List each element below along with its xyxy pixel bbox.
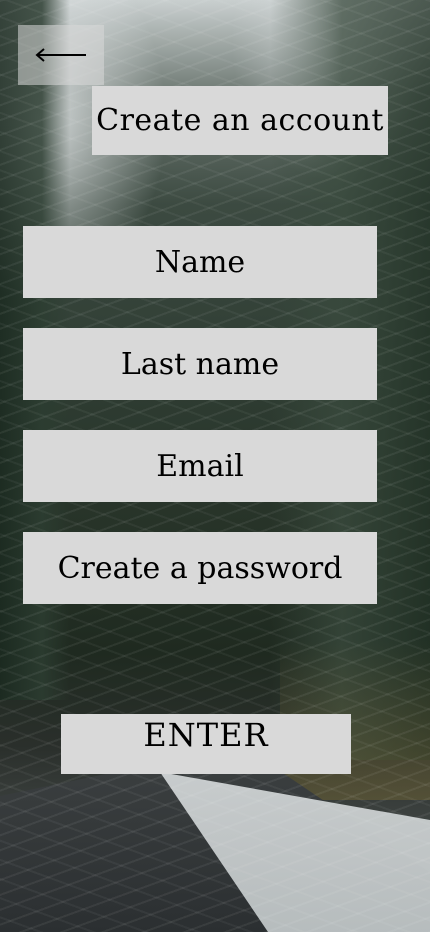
enter-button-label: ENTER <box>143 716 269 754</box>
page-title: Create an account <box>96 103 384 138</box>
last-name-field[interactable] <box>23 328 377 400</box>
back-button[interactable] <box>18 25 104 85</box>
password-field[interactable] <box>23 532 377 604</box>
email-field[interactable] <box>23 430 377 502</box>
page-title-box: Create an account <box>92 86 388 155</box>
enter-button[interactable]: ENTER <box>61 714 351 774</box>
name-field[interactable] <box>23 226 377 298</box>
arrow-left-icon <box>35 48 86 62</box>
